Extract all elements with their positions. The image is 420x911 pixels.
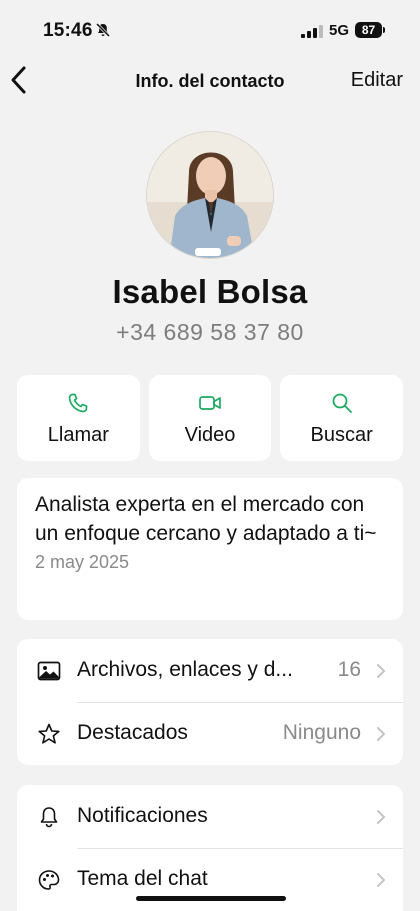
about-text: Analista experta en el mercado con un en… — [35, 493, 377, 545]
signal-icon — [301, 25, 323, 38]
settings-section: Notificaciones Tema del chat — [17, 785, 403, 911]
contact-phone[interactable]: +34 689 58 37 80 — [0, 319, 420, 346]
list-item-chat-theme[interactable]: Tema del chat — [17, 848, 403, 911]
list-item-media[interactable]: Archivos, enlaces y d... 16 — [17, 639, 403, 702]
media-label: Archivos, enlaces y d... — [77, 658, 293, 681]
bell-icon — [40, 807, 58, 828]
list-item-starred[interactable]: Destacados Ninguno — [17, 702, 403, 765]
media-count: 16 — [337, 658, 361, 681]
bell-off-icon — [95, 22, 111, 38]
about-card: Analista experta en el mercado con un en… — [17, 478, 403, 620]
edit-button[interactable]: Editar — [351, 69, 403, 92]
status-time: 15:46 — [43, 20, 93, 41]
action-buttons: Llamar Video Buscar — [17, 375, 404, 461]
battery-icon: 87 — [355, 22, 382, 38]
call-label: Llamar — [47, 424, 109, 446]
chat-theme-label: Tema del chat — [77, 867, 208, 890]
nav-bar: Info. del contacto Editar — [0, 56, 420, 104]
home-indicator[interactable] — [136, 896, 286, 901]
chevron-right-icon — [377, 873, 385, 887]
video-icon — [199, 396, 221, 410]
about-date: 2 may 2025 — [35, 552, 130, 572]
call-button[interactable]: Llamar — [17, 375, 140, 461]
video-button[interactable]: Video — [148, 375, 272, 461]
list-item-notifications[interactable]: Notificaciones — [17, 785, 403, 848]
avatar-photo — [147, 132, 273, 258]
network-type: 5G — [329, 22, 350, 39]
video-label: Video — [184, 424, 236, 446]
search-icon — [332, 393, 352, 413]
phone-icon — [68, 393, 88, 413]
chevron-right-icon — [377, 810, 385, 824]
palette-icon — [38, 870, 60, 890]
search-label: Buscar — [310, 424, 373, 446]
starred-value: Ninguno — [282, 721, 361, 744]
media-section: Archivos, enlaces y d... 16 Destacados N… — [17, 639, 403, 765]
status-bar: 15:46 5G 87 — [0, 0, 420, 56]
contact-name: Isabel Bolsa — [112, 273, 308, 310]
star-icon — [38, 723, 60, 744]
image-icon — [37, 661, 61, 681]
search-button[interactable]: Buscar — [280, 375, 404, 461]
avatar[interactable] — [146, 131, 274, 259]
notifications-label: Notificaciones — [77, 804, 208, 827]
battery-tip — [383, 27, 385, 33]
starred-label: Destacados — [77, 721, 188, 744]
chevron-right-icon — [377, 727, 385, 741]
chevron-right-icon — [377, 664, 385, 678]
